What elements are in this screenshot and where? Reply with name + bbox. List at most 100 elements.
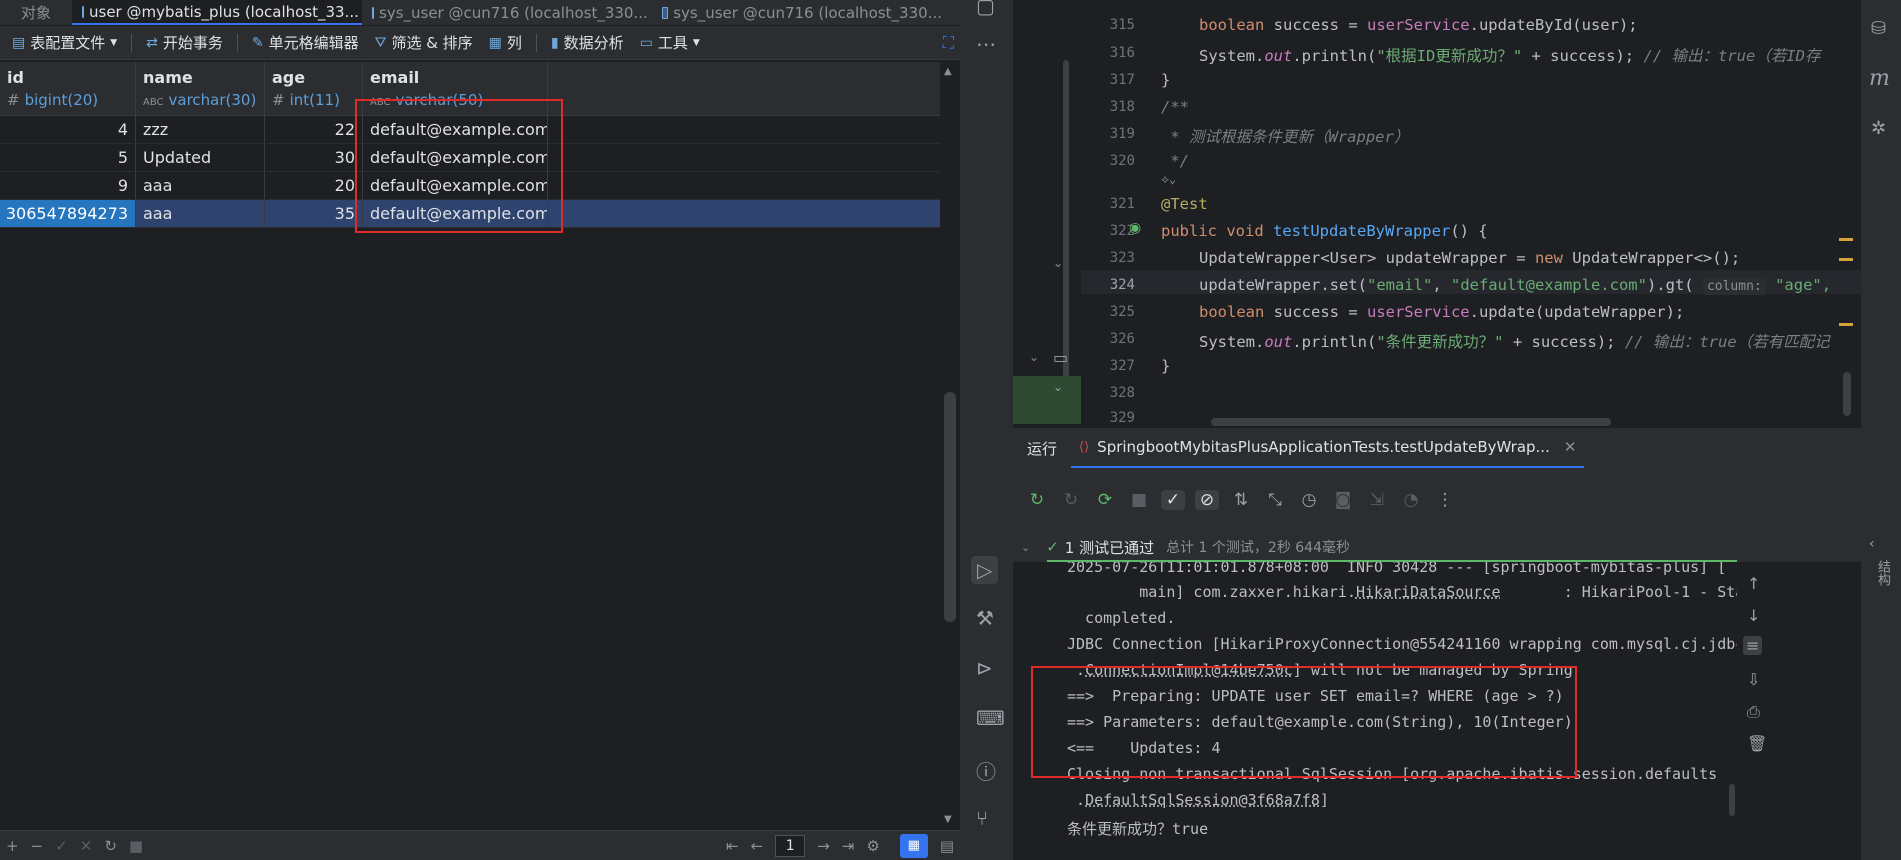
chevron-down-icon[interactable]: ⌄: [1053, 256, 1063, 270]
arrow-down-icon[interactable]: ↓: [1747, 606, 1760, 625]
more-icon[interactable]: ⋯: [976, 32, 996, 56]
scroll-thumb[interactable]: [944, 392, 956, 622]
prev-page-icon[interactable]: ←: [751, 837, 764, 855]
trash-icon[interactable]: 🗑: [1747, 734, 1767, 753]
soft-wrap-icon[interactable]: ≡: [1743, 636, 1763, 655]
cell-id[interactable]: 9: [0, 172, 136, 199]
column-header-name[interactable]: name ABC varchar(30): [136, 62, 265, 115]
tab-objects[interactable]: 对象: [0, 0, 72, 25]
code-line: */: [1161, 152, 1189, 170]
close-icon[interactable]: ✕: [1564, 438, 1577, 456]
history-icon[interactable]: ◷: [1297, 490, 1321, 510]
chevron-down-icon[interactable]: ⌄: [1029, 350, 1039, 364]
camera-icon[interactable]: ◙: [1331, 490, 1355, 510]
problems-icon[interactable]: ⓘ: [976, 756, 996, 785]
page-number-input[interactable]: 1: [775, 834, 806, 857]
services-icon[interactable]: ⊳: [976, 656, 993, 680]
code-editor[interactable]: 315 316 317 318 319 320 321 322 323 324 …: [1081, 0, 1861, 428]
gauge-icon[interactable]: ◔: [1399, 490, 1423, 510]
ai-icon[interactable]: ✲: [1871, 118, 1886, 139]
first-page-icon[interactable]: ⇤: [726, 837, 739, 855]
rerun-failed-icon[interactable]: ↻: [1059, 490, 1083, 510]
cell-name[interactable]: Updated: [136, 144, 265, 171]
run-icon[interactable]: ▷: [971, 556, 999, 584]
cell-id[interactable]: 5: [0, 144, 136, 171]
line-number: 327: [1109, 358, 1135, 374]
stop-icon[interactable]: ■: [1127, 490, 1151, 510]
last-page-icon[interactable]: ⇥: [842, 837, 855, 855]
column-header-age[interactable]: age # int(11): [265, 62, 363, 115]
cell-id[interactable]: 4: [0, 116, 136, 143]
grid-vertical-scrollbar[interactable]: ▲ ▼: [940, 62, 960, 830]
column-name: id: [7, 68, 24, 87]
database-icon[interactable]: ⛁: [1871, 18, 1886, 39]
editor-vertical-scrollbar[interactable]: [1843, 372, 1851, 416]
scroll-up-icon[interactable]: ▲: [944, 66, 952, 77]
discard-icon[interactable]: ✕: [80, 837, 93, 855]
maven-icon[interactable]: m: [1869, 66, 1890, 91]
filter-sort-button[interactable]: ⛛ 筛选 & 排序: [369, 32, 479, 53]
cell-age[interactable]: 35: [265, 200, 363, 227]
cell-name[interactable]: aaa: [136, 200, 265, 227]
build-icon[interactable]: ⚒: [976, 606, 994, 630]
tools-button[interactable]: ▭ 工具 ▼: [634, 32, 706, 53]
project-icon[interactable]: ▢: [976, 0, 995, 18]
column-header-id[interactable]: id # bigint(20): [0, 62, 136, 115]
cell-age[interactable]: 22: [265, 116, 363, 143]
form-view-icon[interactable]: ▤: [940, 837, 954, 855]
chevron-down-icon[interactable]: ⌄: [1021, 541, 1030, 554]
settings-icon[interactable]: ⚙: [866, 837, 879, 855]
config-label: 表配置文件: [30, 34, 106, 52]
code-line: public void testUpdateByWrapper() {: [1161, 222, 1488, 240]
right-tool-strip: ⛁ m ✲ ‹ 结构: [1861, 0, 1901, 860]
add-row-icon[interactable]: +: [6, 837, 19, 855]
toggle-auto-test-icon[interactable]: ⟳: [1093, 490, 1117, 510]
console-line: 2025-07-26T11:01:01.878+08:00 INFO 30428…: [1067, 562, 1727, 576]
import-icon[interactable]: ⇲: [1365, 490, 1389, 510]
ai-assist-icon[interactable]: ⟡⌄: [1161, 172, 1176, 187]
print-icon[interactable]: ⎙: [1747, 702, 1760, 722]
tab-sys-user-1[interactable]: sys_user @cun716 (localhost_330...: [362, 0, 652, 25]
folder-icon[interactable]: ▭: [1053, 348, 1068, 367]
run-test-gutter-icon[interactable]: ◉: [1129, 220, 1141, 236]
data-analysis-button[interactable]: ▮ 数据分析: [545, 32, 630, 53]
terminal-icon[interactable]: ⌨: [976, 706, 1005, 730]
delete-row-icon[interactable]: −: [31, 837, 44, 855]
git-icon[interactable]: ⑂: [976, 806, 988, 830]
scroll-down-icon[interactable]: ▼: [944, 814, 952, 825]
sort-icon[interactable]: ⇅: [1229, 490, 1253, 510]
arrow-up-icon[interactable]: ↑: [1747, 574, 1760, 593]
cell-age[interactable]: 30: [265, 144, 363, 171]
transaction-icon: ⇄: [146, 34, 158, 51]
code-lines: boolean success = userService.updateById…: [1161, 0, 1861, 428]
cell-id[interactable]: 306547894273: [0, 200, 136, 227]
stop-icon[interactable]: ■: [129, 837, 143, 855]
more-options-icon[interactable]: ⋮: [1433, 490, 1457, 510]
console-scrollbar[interactable]: [1729, 784, 1735, 816]
apply-icon[interactable]: ✓: [55, 837, 68, 855]
scroll-to-end-icon[interactable]: ⇩: [1747, 670, 1760, 689]
next-page-icon[interactable]: →: [817, 837, 830, 855]
cell-name[interactable]: aaa: [136, 172, 265, 199]
refresh-icon[interactable]: ↻: [104, 837, 117, 855]
show-ignored-icon[interactable]: ⊘: [1195, 490, 1219, 510]
run-config-tab[interactable]: ⟨⟩ SpringbootMybitasPlusApplicationTests…: [1071, 428, 1585, 468]
columns-button[interactable]: ▦ 列: [483, 32, 528, 53]
cell-age[interactable]: 20: [265, 172, 363, 199]
rerun-icon[interactable]: ↻: [1025, 490, 1049, 510]
chevron-left-icon[interactable]: ‹: [1869, 536, 1875, 552]
chevron-down-icon[interactable]: ⌄: [1053, 380, 1063, 394]
editor-tabs: 对象 user @mybatis_plus (localhost_33... s…: [0, 0, 960, 26]
grid-view-icon[interactable]: ▦: [899, 833, 928, 858]
structure-tool-label[interactable]: 结构: [1873, 560, 1892, 586]
tab-user-table[interactable]: user @mybatis_plus (localhost_33...: [72, 0, 362, 25]
begin-transaction-button[interactable]: ⇄ 开始事务: [140, 32, 229, 53]
show-passed-icon[interactable]: ✓: [1161, 490, 1185, 510]
tab-sys-user-2[interactable]: sys_user @cun716 (localhost_330...: [652, 0, 952, 25]
editor-horizontal-scrollbar[interactable]: [1211, 418, 1611, 426]
config-file-button[interactable]: ▤ 表配置文件 ▼: [6, 32, 123, 53]
expand-icon[interactable]: ⛶: [937, 33, 960, 53]
collapse-icon[interactable]: ⤡: [1263, 490, 1287, 510]
cell-editor-button[interactable]: ✎ 单元格编辑器: [246, 32, 365, 53]
cell-name[interactable]: zzz: [136, 116, 265, 143]
